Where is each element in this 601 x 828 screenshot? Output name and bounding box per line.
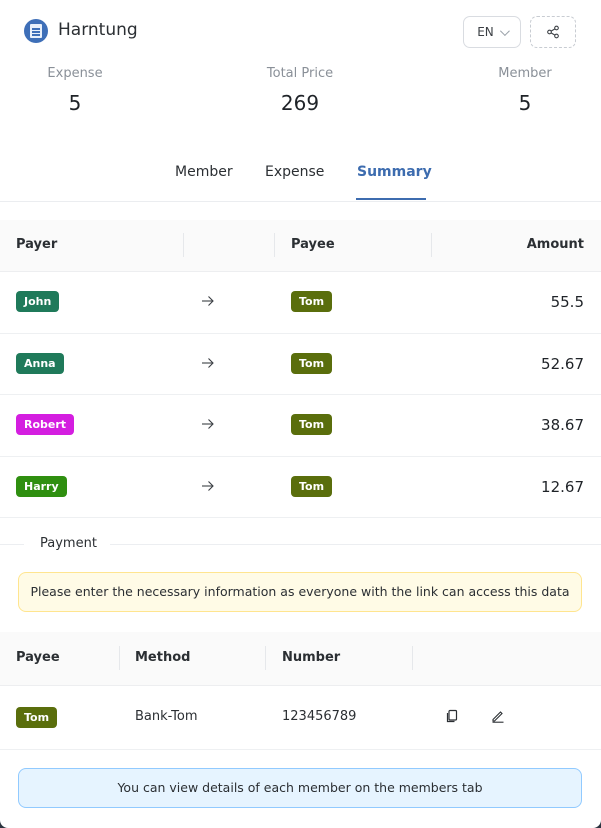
table-row: Robert Tom 38.67 [0,395,601,457]
table-row: Harry Tom 12.67 [0,457,601,518]
notebook-icon [24,19,48,43]
stat-value: 269 [280,91,320,115]
language-value: EN [477,25,494,39]
payee-tag: Tom [291,414,333,435]
payment-table-header: Payee Method Number [0,632,601,686]
active-tab-indicator [356,198,426,200]
stat-total-price: Total Price 269 [240,66,360,115]
amount-value: 55.5 [550,293,584,311]
payee-tag: Tom [291,291,333,312]
payee-tag: Tom [291,352,333,374]
stat-value: 5 [518,91,532,115]
number-value: 123456789 [282,709,357,724]
stat-label: Member [498,66,552,81]
stat-label: Expense [47,66,103,81]
stat-expense: Expense 5 [15,66,135,115]
table-row: John Tom 55.5 [0,272,601,334]
column-header-payee: Payee [16,650,60,665]
arrow-right-icon [202,296,214,306]
column-header-number: Number [282,650,341,665]
table-row: Anna Tom 52.67 [0,334,601,395]
table-row: Tom Bank-Tom 123456789 [0,686,601,750]
header: Harntung EN [0,0,601,62]
payer-tag: Harry [16,475,67,497]
payee-tag: Tom [291,475,333,497]
amount-value: 12.67 [541,477,584,496]
amount-value: 52.67 [541,354,584,373]
arrow-right-icon [202,357,214,368]
app-title: Harntung [58,20,138,40]
tab-expense[interactable]: Expense [265,164,324,180]
warning-alert: Please enter the necessary information a… [18,572,582,612]
payment-section-label: Payment [40,536,97,551]
payer-tag: Anna [16,352,64,374]
payer-tag: Robert [16,414,75,435]
column-header-method: Method [135,650,191,665]
app-root: Harntung EN Expense 5 Total Price 269 Me… [0,0,601,828]
column-header-amount: Amount [526,237,584,252]
tab-bar: Member Expense Summary [0,160,601,202]
tab-member[interactable]: Member [175,164,233,180]
payee-tag: Tom [16,707,58,728]
summary-table-header: Payer Payee Amount [0,220,601,272]
column-header-payer: Payer [16,237,58,252]
payer-tag: John [16,291,60,312]
info-alert: You can view details of each member on t… [18,768,582,808]
stat-member: Member 5 [465,66,585,115]
payment-divider: Payment [0,534,601,554]
stat-value: 5 [68,91,82,115]
arrow-right-icon [202,419,214,429]
arrow-right-icon [202,480,214,491]
summary-table: Payer Payee Amount John Tom 55.5 Anna Tom 52.… [0,220,601,518]
edit-icon[interactable] [490,708,506,724]
share-icon [547,25,559,39]
stat-label: Total Price [266,66,334,81]
method-value: Bank-Tom [135,709,198,724]
language-select[interactable]: EN [463,16,521,48]
share-button[interactable] [530,16,576,48]
amount-value: 38.67 [541,416,584,434]
copy-icon[interactable] [444,708,460,724]
payment-table: Payee Method Number Tom Bank-Tom 123456789 [0,632,601,750]
tab-summary[interactable]: Summary [357,164,432,180]
column-header-payee: Payee [291,237,335,252]
chevron-down-icon [499,25,510,36]
